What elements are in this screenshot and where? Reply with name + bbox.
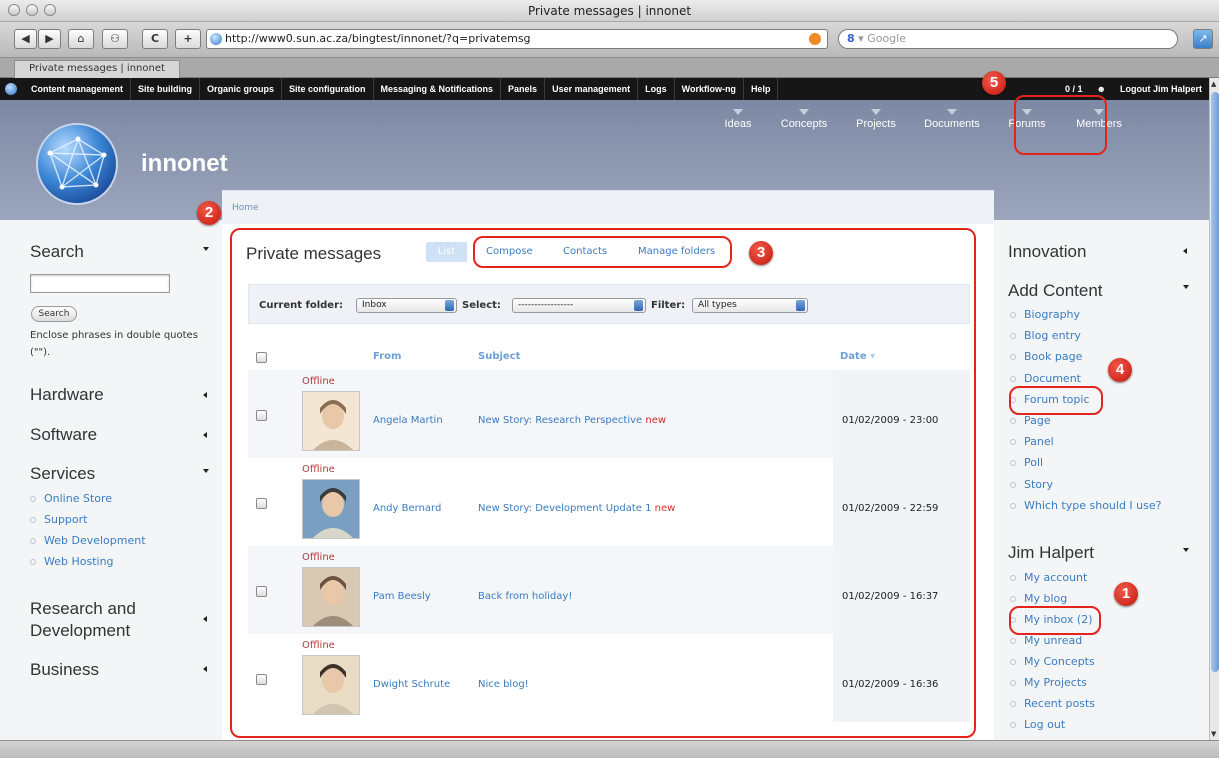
services-item-web-development[interactable]: Web Development	[30, 534, 146, 547]
window-titlebar: Private messages | innonet	[0, 0, 1219, 22]
home-button[interactable]: ⌂	[68, 29, 94, 49]
user-menu-item-my-concepts[interactable]: My Concepts	[1010, 655, 1095, 668]
search-hint: Enclose phrases in double quotes ("").	[30, 330, 198, 358]
scroll-up-icon[interactable]: ▲	[1211, 80, 1216, 88]
page-action-button[interactable]: ↗	[1193, 29, 1213, 49]
site-name[interactable]: innonet	[141, 150, 228, 178]
admin-menu-item-site-building[interactable]: Site building	[131, 78, 201, 100]
admin-menu-item-help[interactable]: Help	[744, 78, 779, 100]
hardware-block-title[interactable]: Hardware	[30, 385, 104, 405]
address-bar[interactable]: http://www0.sun.ac.za/bingtest/innonet/?…	[206, 29, 828, 49]
bookmarks-button[interactable]: ⚇	[102, 29, 128, 49]
search-placeholder: Google	[867, 32, 906, 45]
add-content-item-page[interactable]: Page	[1010, 414, 1051, 427]
primary-link-concepts[interactable]: Concepts	[770, 109, 838, 130]
research-block-title-line2[interactable]: Development	[30, 621, 130, 641]
drupal-logo-icon[interactable]	[5, 83, 17, 95]
admin-menu-item-logs[interactable]: Logs	[638, 78, 675, 100]
site-logo-globe-icon[interactable]	[36, 123, 118, 205]
annotation-badge-1: 1	[1114, 582, 1138, 606]
admin-menu-list: Content management Site building Organic g…	[24, 78, 779, 100]
services-item-online-store[interactable]: Online Store	[29, 492, 112, 505]
admin-menu-item-panels[interactable]: Panels	[501, 78, 546, 100]
logout-link[interactable]: Logout Jim Halpert	[1113, 78, 1209, 100]
annotation-badge-4: 4	[1108, 358, 1132, 382]
scroll-down-icon[interactable]: ▼	[1211, 730, 1216, 738]
search-button[interactable]: Search	[31, 306, 77, 322]
admin-menu-item-content-management[interactable]: Content management	[24, 78, 132, 100]
admin-menu-item-messaging-notifications[interactable]: Messaging & Notifications	[374, 78, 502, 100]
google-search-field[interactable]: 8 ▾ Google	[838, 29, 1178, 49]
user-menu-item-my-unread[interactable]: My unread	[1009, 634, 1082, 647]
google-logo-icon: 8	[847, 32, 855, 45]
annotation-box-tabs	[473, 236, 732, 268]
annotation-badge-5: 5	[982, 71, 1006, 95]
annotation-box-my-inbox	[1009, 606, 1101, 635]
user-block-title[interactable]: Jim Halpert	[1008, 543, 1094, 563]
vertical-scrollbar[interactable]: ▲ ▼	[1209, 78, 1219, 740]
add-content-item-document[interactable]: Document	[1010, 372, 1081, 385]
admin-menu-item-workflow-ng[interactable]: Workflow-ng	[675, 78, 744, 100]
user-menu-item-my-account[interactable]: My account	[1009, 571, 1087, 584]
primary-link-projects[interactable]: Projects	[838, 109, 914, 130]
annotation-box-message-list	[230, 228, 976, 738]
admin-menu-item-user-management[interactable]: User management	[545, 78, 639, 100]
services-block-title[interactable]: Services	[30, 464, 95, 484]
annotation-box-forums	[1014, 95, 1107, 155]
scrollbar-thumb[interactable]	[1211, 92, 1219, 672]
tab-bar: Private messages | innonet	[0, 58, 1219, 78]
primary-link-ideas[interactable]: Ideas	[706, 109, 770, 130]
services-item-support[interactable]: Support	[29, 513, 87, 526]
user-menu-item-recent-posts[interactable]: Recent posts	[1009, 697, 1095, 710]
innovation-block-title[interactable]: Innovation	[1008, 242, 1086, 262]
business-block-title[interactable]: Business	[30, 660, 99, 680]
annotation-badge-3: 3	[749, 241, 773, 265]
add-content-item-which-type-should-i-use[interactable]: Which type should I use?	[1009, 499, 1161, 512]
rss-feed-icon[interactable]	[809, 33, 821, 45]
search-block-title: Search	[30, 242, 84, 261]
add-content-item-blog-entry[interactable]: Blog entry	[1010, 329, 1081, 342]
search-input[interactable]	[30, 274, 170, 293]
tab-private-messages[interactable]: Private messages | innonet	[14, 60, 180, 78]
browser-toolbar: ◀ ▶ ⌂ ⚇ C + http://www0.sun.ac.za/bingte…	[0, 22, 1219, 58]
add-content-item-panel[interactable]: Panel	[1010, 435, 1054, 448]
research-block-title-line1[interactable]: Research and	[30, 599, 136, 619]
admin-menu-item-organic-groups[interactable]: Organic groups	[200, 78, 283, 100]
user-menu-item-my-blog[interactable]: My blog	[1009, 592, 1067, 605]
user-menu-item-log-out[interactable]: Log out	[1009, 718, 1065, 731]
software-block-title[interactable]: Software	[30, 425, 97, 445]
add-content-item-story[interactable]: Story	[1009, 478, 1053, 491]
status-bar	[0, 740, 1219, 758]
search-dropdown-icon[interactable]: ▾	[858, 32, 864, 45]
services-item-web-hosting[interactable]: Web Hosting	[30, 555, 114, 568]
user-menu-item-my-projects[interactable]: My Projects	[1010, 676, 1087, 689]
add-content-item-poll[interactable]: Poll	[1009, 456, 1043, 469]
annotation-badge-2: 2	[197, 201, 221, 225]
annotation-box-forum-topic	[1009, 386, 1103, 415]
url-text: http://www0.sun.ac.za/bingtest/innonet/?…	[225, 32, 531, 45]
admin-menu-item-site-configuration[interactable]: Site configuration	[282, 78, 374, 100]
add-content-block-title[interactable]: Add Content	[1008, 281, 1103, 301]
window-title: Private messages | innonet	[527, 4, 692, 18]
site-globe-icon	[210, 33, 222, 45]
add-content-item-biography[interactable]: Biography	[1009, 308, 1080, 321]
add-bookmark-button[interactable]: +	[175, 29, 201, 49]
forward-button[interactable]: ▶	[38, 29, 61, 49]
back-button[interactable]: ◀	[14, 29, 37, 49]
breadcrumb: Home	[222, 190, 994, 224]
breadcrumb-home-link[interactable]: Home	[232, 203, 259, 213]
reload-button[interactable]: C	[142, 29, 168, 49]
add-content-item-book-page[interactable]: Book page	[1009, 350, 1082, 363]
primary-link-documents[interactable]: Documents	[914, 109, 990, 130]
